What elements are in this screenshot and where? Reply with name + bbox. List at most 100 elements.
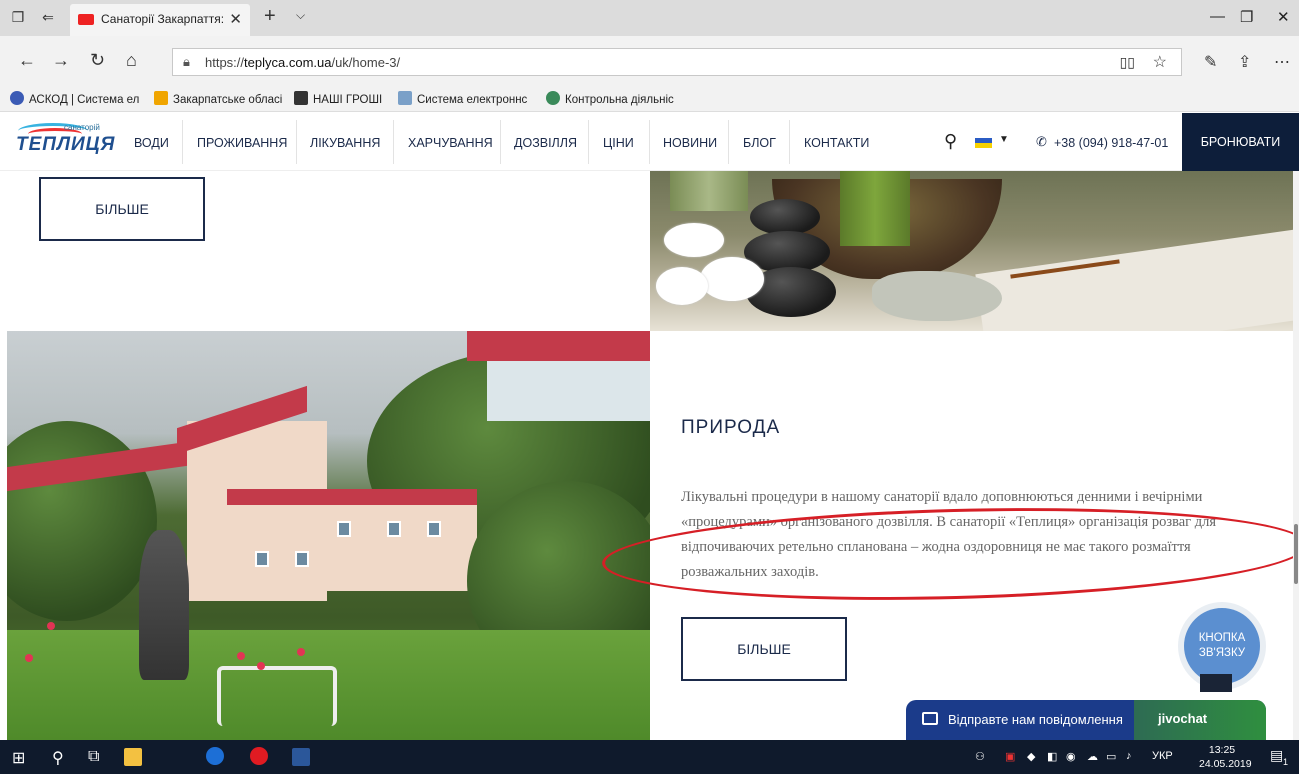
clock-time: 13:25 — [1208, 744, 1236, 756]
bookmark-icon — [546, 91, 560, 105]
search-icon[interactable]: ⚲ — [944, 131, 957, 152]
favorite-systema[interactable]: Система електроннс — [398, 91, 527, 106]
book-button[interactable]: БРОНЮВАТИ — [1182, 113, 1299, 171]
tab-preview-chevron-icon[interactable]: ⌵ — [296, 8, 305, 23]
page-scrollbar[interactable] — [1293, 171, 1299, 740]
refresh-icon[interactable]: ↻ — [90, 50, 105, 71]
search-icon[interactable]: ⚲ — [52, 748, 64, 768]
section-body: Лікувальні процедури в нашому санаторії … — [681, 489, 1217, 580]
page-scrollbar-thumb[interactable] — [1294, 524, 1298, 584]
new-tab-icon[interactable]: + — [264, 5, 276, 28]
forward-arrow-icon[interactable]: → — [52, 50, 70, 71]
restore-icon[interactable]: ❐ — [1240, 8, 1253, 26]
nav-blog[interactable]: БЛОГ — [743, 136, 776, 150]
bookmark-icon — [398, 91, 412, 105]
message-icon — [922, 712, 938, 725]
close-window-icon[interactable]: ✕ — [1277, 8, 1290, 26]
url-text[interactable]: https://teplyca.com.ua/uk/home-3/ — [205, 55, 400, 70]
nav-dozvillia[interactable]: ДОЗВІЛЛЯ — [514, 136, 577, 150]
pdf-icon[interactable]: ▣ — [1005, 750, 1015, 763]
nav-novyny[interactable]: НОВИНИ — [663, 136, 717, 150]
jivochat-logo: jivochat — [1158, 711, 1208, 726]
reading-view-icon[interactable]: ▯▯ — [1120, 54, 1135, 71]
contact-button[interactable]: КНОПКА ЗВ'ЯЗКУ — [1184, 608, 1260, 684]
more-menu-icon[interactable]: ⋯ — [1274, 52, 1290, 72]
address-bar[interactable]: 🔒︎ https://teplyca.com.ua/uk/home-3/ ▯▯ … — [172, 48, 1182, 76]
nav-kontakty[interactable]: КОНТАКТИ — [804, 136, 869, 150]
chat-label: Відправте нам повідомлення — [948, 712, 1123, 727]
set-tabs-aside-icon[interactable]: ⇐ — [40, 9, 56, 25]
favorite-askod[interactable]: АСКОД | Система ел — [10, 91, 139, 106]
nav-kharchuvannia[interactable]: ХАРЧУВАННЯ — [408, 136, 493, 150]
site-favicon-icon — [78, 14, 94, 25]
favorite-star-icon[interactable]: ☆ — [1153, 52, 1167, 72]
page-content: БІЛЬШЕ ПРИРОДА Лікувальні процедури в на… — [0, 171, 1299, 740]
nav-vody[interactable]: ВОДИ — [134, 136, 169, 150]
favorite-zakarpattia[interactable]: Закарпатське обласі — [154, 91, 282, 106]
people-icon[interactable]: ⚇ — [975, 750, 985, 763]
notifications-icon[interactable]: ▤ — [1270, 747, 1283, 764]
window-shape — [337, 521, 351, 537]
more-button-top[interactable]: БІЛЬШЕ — [39, 177, 205, 241]
bench-shape — [217, 666, 337, 726]
windows-taskbar: ⊞ ⚲ ⧉ ⚇ ▣ ◆ ◧ ◉ ☁ ▭ ♪ УКР 13:25 24.05.20… — [0, 740, 1299, 774]
network-icon[interactable]: ▭ — [1106, 750, 1116, 763]
window-shape — [255, 551, 269, 567]
opera-icon[interactable] — [250, 747, 268, 765]
tab-actions-icon[interactable]: ❐ — [10, 9, 26, 25]
task-view-icon[interactable]: ⧉ — [88, 748, 99, 766]
orchid-petal-shape — [700, 257, 764, 301]
orchid-petal-shape — [664, 223, 724, 257]
phone-number[interactable]: +38 (094) 918-47-01 — [1054, 136, 1168, 150]
cloth-shape — [975, 228, 1295, 331]
bookmark-icon — [10, 91, 24, 105]
nav-tsiny[interactable]: ЦІНИ — [603, 136, 634, 150]
tray-app-icon[interactable]: ◆ — [1027, 750, 1035, 763]
language-chevron-down-icon[interactable]: ▼ — [999, 134, 1009, 145]
language-indicator[interactable]: УКР — [1152, 750, 1173, 762]
home-icon[interactable]: ⌂ — [126, 50, 137, 71]
site-header: санаторій ТЕПЛИЦЯ ВОДИ ПРОЖИВАННЯ ЛІКУВА… — [0, 113, 1299, 171]
site-logo[interactable]: санаторій ТЕПЛИЦЯ — [14, 121, 114, 161]
word-icon[interactable] — [292, 748, 310, 766]
ukraine-flag-icon[interactable] — [975, 138, 992, 148]
notification-count: 1 — [1283, 757, 1289, 767]
section-title: ПРИРОДА — [681, 417, 781, 438]
browser-tab[interactable]: Санаторії Закарпаття: ( ✕ — [70, 4, 250, 36]
lock-icon[interactable]: 🔒︎ — [183, 54, 190, 70]
sanatorium-nature-image — [7, 331, 650, 740]
windows-start-icon[interactable]: ⊞ — [12, 748, 25, 768]
more-button[interactable]: БІЛЬШЕ — [681, 617, 847, 681]
scroll-top-button[interactable] — [1200, 674, 1232, 692]
nav-divider — [649, 120, 650, 164]
building-shape — [487, 361, 650, 421]
clock[interactable]: 13:25 24.05.2019 — [1199, 743, 1252, 771]
favorite-kontrolna[interactable]: Контрольна діяльніс — [546, 91, 674, 106]
eagle-statue-shape — [139, 530, 189, 680]
minimize-icon[interactable]: — — [1210, 8, 1225, 25]
orchid-petal-shape — [656, 267, 708, 305]
back-arrow-icon[interactable]: ← — [18, 50, 36, 71]
dish-shape — [872, 271, 1002, 321]
onedrive-icon[interactable]: ☁ — [1087, 750, 1098, 763]
favorite-nashi-groshi[interactable]: НАШІ ГРОШІ — [294, 91, 382, 106]
volume-icon[interactable]: ♪ — [1126, 750, 1132, 762]
nav-likuvannia[interactable]: ЛІКУВАННЯ — [310, 136, 380, 150]
nav-divider — [728, 120, 729, 164]
close-tab-icon[interactable]: ✕ — [229, 10, 242, 28]
edge-icon[interactable] — [206, 747, 224, 765]
browser-tab-bar: ❐ ⇐ Санаторії Закарпаття: ( ✕ + ⌵ — ❐ ✕ — [0, 0, 1299, 36]
favorites-bar: АСКОД | Система ел Закарпатське обласі Н… — [0, 86, 1299, 112]
pen-icon[interactable]: ✎ — [1204, 52, 1217, 72]
file-explorer-icon[interactable] — [124, 748, 142, 766]
nav-divider — [588, 120, 589, 164]
nav-divider — [182, 120, 183, 164]
logo-subtitle: санаторій — [64, 123, 100, 132]
chat-widget[interactable]: Відправте нам повідомлення jivochat — [906, 700, 1266, 740]
flower-shape — [25, 654, 33, 662]
nav-prozhyvannia[interactable]: ПРОЖИВАННЯ — [197, 136, 287, 150]
candle-shape — [840, 171, 910, 246]
tray-app-icon[interactable]: ◧ — [1047, 750, 1057, 763]
share-icon[interactable]: ⇪ — [1238, 52, 1251, 72]
tray-app-icon[interactable]: ◉ — [1066, 750, 1076, 763]
